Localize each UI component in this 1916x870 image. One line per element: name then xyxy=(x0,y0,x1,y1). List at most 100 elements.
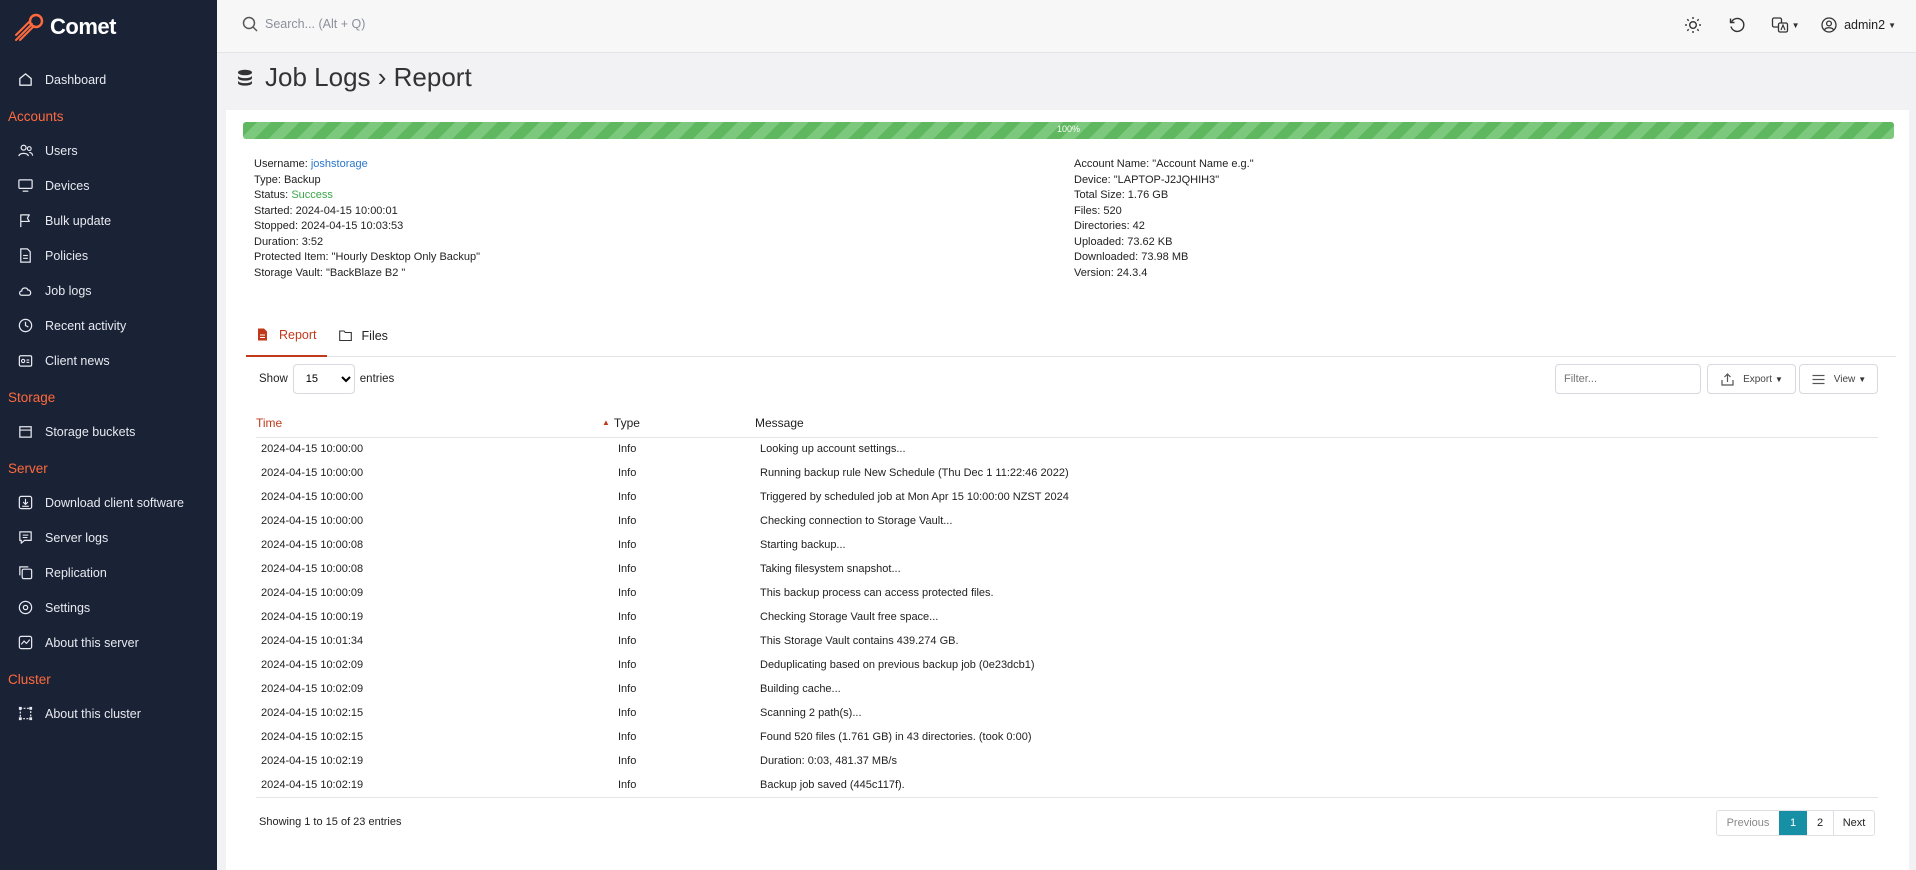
detail-uploaded: Uploaded: 73.62 KB xyxy=(1074,235,1173,248)
cluster-icon xyxy=(16,705,34,723)
cell-time: 2024-04-15 10:02:19 xyxy=(256,773,613,798)
detail-device: Device: "LAPTOP-J2JQHIH3" xyxy=(1074,173,1220,186)
pagination-next[interactable]: Next xyxy=(1834,811,1874,835)
home-icon xyxy=(16,71,34,89)
sidebar-item-download-client[interactable]: Download client software xyxy=(0,485,217,520)
view-button[interactable]: View ▼ xyxy=(1799,364,1878,394)
cell-time: 2024-04-15 10:00:00 xyxy=(261,515,364,527)
chevron-down-icon: ▼ xyxy=(1888,20,1896,30)
job-details-left: Username: joshstorage Type: Backup Statu… xyxy=(254,157,480,281)
sidebar-item-label: Bulk update xyxy=(45,213,112,228)
cell-message: Backup job saved (445c117f). xyxy=(755,773,1878,798)
tab-report[interactable]: Report xyxy=(246,314,327,357)
sidebar-item-bulk-update[interactable]: Bulk update xyxy=(0,203,217,238)
sidebar-item-policies[interactable]: Policies xyxy=(0,238,217,273)
sidebar-item-server-logs[interactable]: Server logs xyxy=(0,520,217,555)
page-title: Job Logs › Report xyxy=(235,62,472,93)
activity-chart-icon xyxy=(16,634,34,652)
brand[interactable]: Comet xyxy=(14,12,116,42)
table-row: 2024-04-15 10:00:09 Info This backup proce… xyxy=(256,581,1878,605)
monitor-icon xyxy=(16,177,34,195)
pagination-previous[interactable]: Previous xyxy=(1717,811,1779,835)
sidebar-item-about-cluster[interactable]: About this cluster xyxy=(0,696,217,731)
sidebar-item-storage-buckets[interactable]: Storage buckets xyxy=(0,414,217,449)
table-body: 2024-04-15 10:00:00 Info Looking up accoun… xyxy=(256,437,1878,798)
sidebar-item-client-news[interactable]: Client news xyxy=(0,343,217,378)
entries-select[interactable]: 15 xyxy=(292,364,355,394)
job-details-right: Account Name: "Account Name e.g." Device… xyxy=(1074,157,1254,281)
show-label: Show xyxy=(259,373,288,385)
chevron-down-icon: ▼ xyxy=(1791,20,1800,30)
user-circle-icon xyxy=(1821,17,1837,33)
sidebar-item-devices[interactable]: Devices xyxy=(0,168,217,203)
pagination-page-1[interactable]: 1 xyxy=(1779,811,1807,835)
sort-asc-icon: ▲ xyxy=(602,418,610,428)
pagination-page-2[interactable]: 2 xyxy=(1807,811,1834,835)
section-server: Server xyxy=(8,461,48,476)
tab-label: Files xyxy=(361,328,388,343)
sidebar-item-label: Dashboard xyxy=(45,72,107,87)
tab-bar: Report Files xyxy=(246,314,1896,357)
cell-time: 2024-04-15 10:02:19 xyxy=(261,755,364,767)
theme-toggle-button[interactable] xyxy=(1680,12,1706,38)
sidebar-item-about-server[interactable]: About this server xyxy=(0,625,217,660)
user-menu[interactable]: admin2 ▼ xyxy=(1820,16,1896,34)
download-icon xyxy=(16,494,34,512)
detail-username: Username: joshstorage xyxy=(254,158,368,170)
table-row: 2024-04-15 10:00:00 Info Triggered by sche… xyxy=(256,485,1878,509)
sidebar-item-label: Client news xyxy=(45,353,110,368)
sidebar-item-settings[interactable]: Settings xyxy=(0,590,217,625)
table-row: 2024-04-15 10:00:00 Info Checking connecti… xyxy=(256,509,1878,533)
detail-total-size: Total Size: 1.76 GB xyxy=(1074,189,1169,201)
column-header-message[interactable]: Message xyxy=(755,409,1878,438)
cell-message: This backup process can access protected… xyxy=(760,587,994,599)
export-button[interactable]: Export ▼ xyxy=(1707,364,1796,394)
cell-time: 2024-04-15 10:02:15 xyxy=(261,731,364,743)
cell-time: 2024-04-15 10:02:09 xyxy=(261,659,364,671)
table-row: 2024-04-15 10:02:09 Info Building cache... xyxy=(256,677,1878,701)
entries-length-control: Show 15 entries xyxy=(259,364,394,394)
cell-message: Taking filesystem snapshot... xyxy=(760,563,901,575)
cell-type: Info xyxy=(618,491,637,503)
detail-type: Type: Backup xyxy=(254,173,321,186)
sidebar-item-label: Policies xyxy=(45,248,89,263)
cell-type: Info xyxy=(618,563,637,575)
cell-time: 2024-04-15 10:00:00 xyxy=(261,443,364,456)
table-row: 2024-04-15 10:02:19 Info Duration: 0:03, 4… xyxy=(256,749,1878,773)
table-row: 2024-04-15 10:00:00 Info Running backup ru… xyxy=(256,461,1878,485)
username-link[interactable]: joshstorage xyxy=(311,158,368,170)
page-title-text: Job Logs › Report xyxy=(265,62,472,92)
sidebar-item-replication[interactable]: Replication xyxy=(0,555,217,590)
status-badge: Success xyxy=(291,189,333,201)
detail-version: Version: 24.3.4 xyxy=(1074,266,1148,279)
table-row: 2024-04-15 10:02:15 Info Scanning 2 path(s… xyxy=(256,701,1878,725)
section-storage: Storage xyxy=(8,390,56,405)
progress-label: 100% xyxy=(1056,124,1081,134)
cell-message: Scanning 2 path(s)... xyxy=(760,707,862,719)
sidebar-item-label: Users xyxy=(45,143,78,158)
table-row: 2024-04-15 10:00:08 Info Starting backup..… xyxy=(256,533,1878,557)
refresh-button[interactable] xyxy=(1724,12,1750,38)
language-button[interactable]: ▼ xyxy=(1768,12,1802,38)
search-icon xyxy=(242,16,258,32)
cell-message: Triggered by scheduled job at Mon Apr 15… xyxy=(760,491,1069,503)
search-input[interactable]: Search... (Alt + Q) xyxy=(241,15,365,33)
sidebar-item-dashboard[interactable]: Dashboard xyxy=(0,62,217,97)
column-header-time[interactable]: Time xyxy=(256,409,613,438)
sidebar-item-label: Devices xyxy=(45,178,90,193)
sidebar-item-job-logs[interactable]: Job logs xyxy=(0,273,217,308)
detail-started: Started: 2024-04-15 10:00:01 xyxy=(254,204,398,217)
tab-files[interactable]: Files xyxy=(329,314,398,357)
cell-type: Info xyxy=(618,659,637,671)
copy-icon xyxy=(16,564,34,582)
users-icon xyxy=(16,142,34,160)
table-header-row: Time ▲ Type Message xyxy=(256,409,1878,438)
column-header-type[interactable]: ▲ Type xyxy=(602,409,755,438)
filter-input[interactable] xyxy=(1555,364,1701,394)
brand-name: Comet xyxy=(50,14,116,39)
sidebar-item-label: About this server xyxy=(45,635,139,650)
cell-message: Looking up account settings... xyxy=(760,443,906,456)
sidebar-item-users[interactable]: Users xyxy=(0,133,217,168)
sidebar-item-recent-activity[interactable]: Recent activity xyxy=(0,308,217,343)
cell-message: Checking Storage Vault free space... xyxy=(760,611,939,623)
